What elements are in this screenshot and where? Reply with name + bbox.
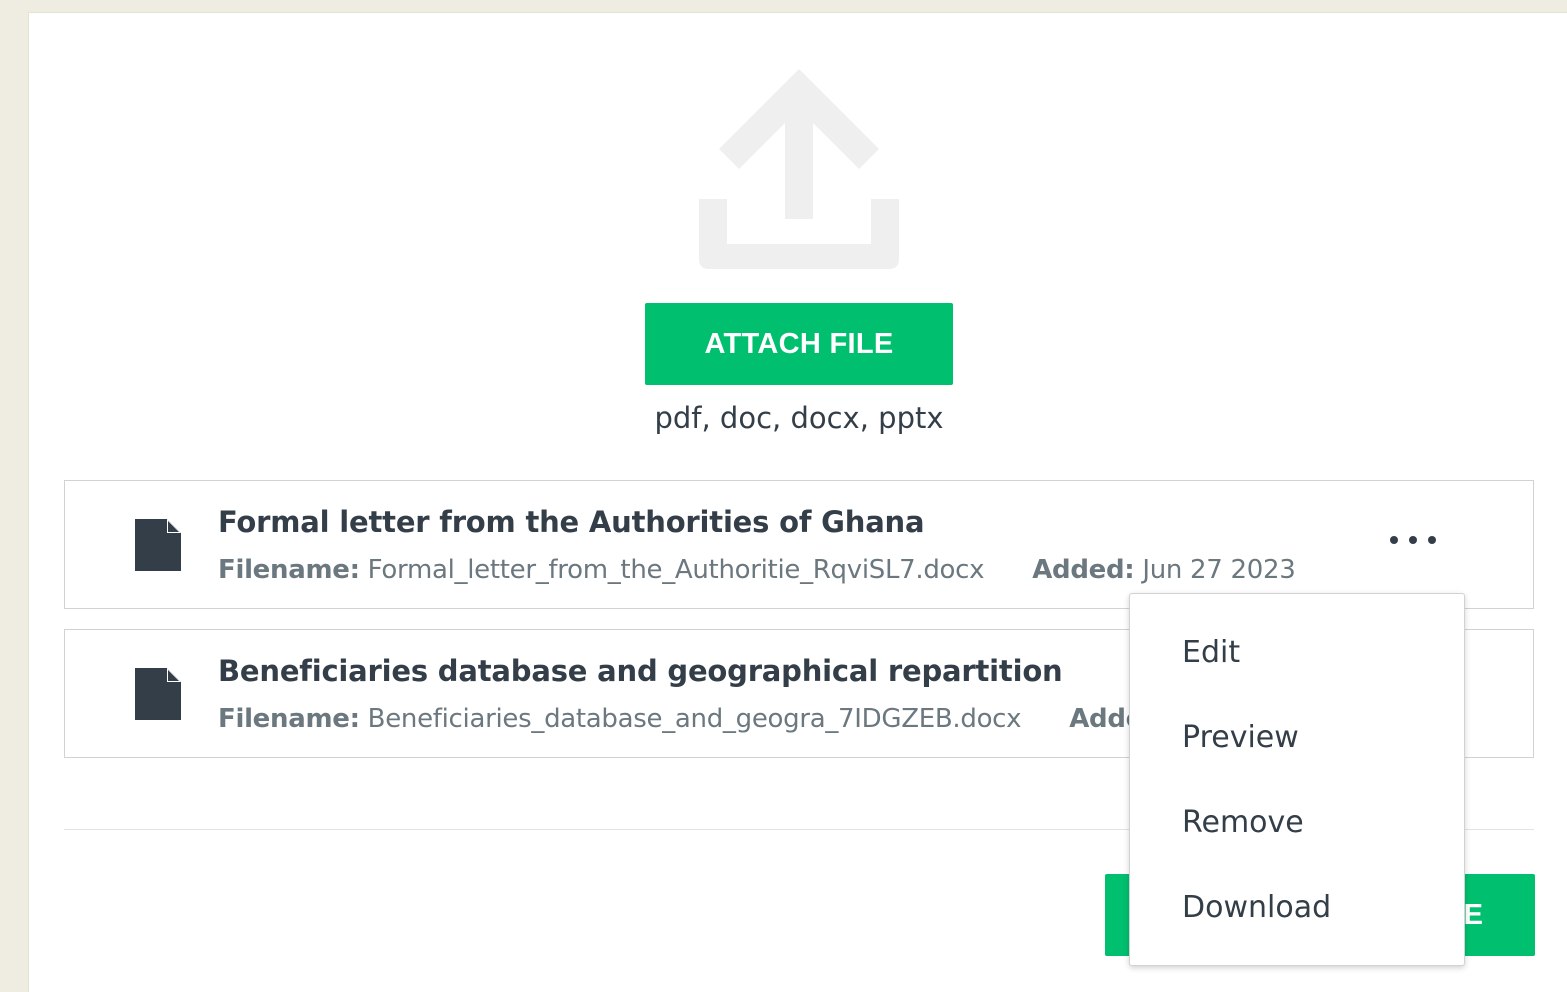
file-meta: Filename: Formal_letter_from_the_Authori… [218,555,1296,585]
menu-item-preview[interactable]: Preview [1130,695,1464,780]
allowed-formats: pdf, doc, docx, pptx [654,401,944,435]
filename-value: Formal_letter_from_the_Authoritie_RqviSL… [367,555,985,585]
menu-item-download[interactable]: Download [1130,865,1464,950]
file-title: Beneficiaries database and geographical … [218,654,1063,688]
more-options-button[interactable] [1390,525,1436,555]
filename-label: Filename: [218,555,360,585]
more-icon-dot [1409,536,1417,544]
menu-item-remove[interactable]: Remove [1130,780,1464,865]
added-label: Added: [1032,555,1135,585]
more-icon-dot [1390,536,1398,544]
file-meta: Filename: Beneficiaries_database_and_geo… [218,704,1172,734]
upload-icon [699,69,899,269]
attach-file-button[interactable]: ATTACH FILE [645,303,953,385]
file-actions-menu: Edit Preview Remove Download [1129,593,1465,966]
file-icon [135,668,181,720]
file-icon [135,519,181,571]
file-row: Formal letter from the Authorities of Gh… [64,480,1534,609]
more-icon-dot [1428,536,1436,544]
menu-item-edit[interactable]: Edit [1130,610,1464,695]
added-value: Jun 27 2023 [1142,555,1296,585]
filename-value: Beneficiaries_database_and_geogra_7IDGZE… [367,704,1022,734]
filename-label: Filename: [218,704,360,734]
file-title: Formal letter from the Authorities of Gh… [218,505,925,539]
attachments-panel: ATTACH FILE pdf, doc, docx, pptx Formal … [28,12,1567,992]
